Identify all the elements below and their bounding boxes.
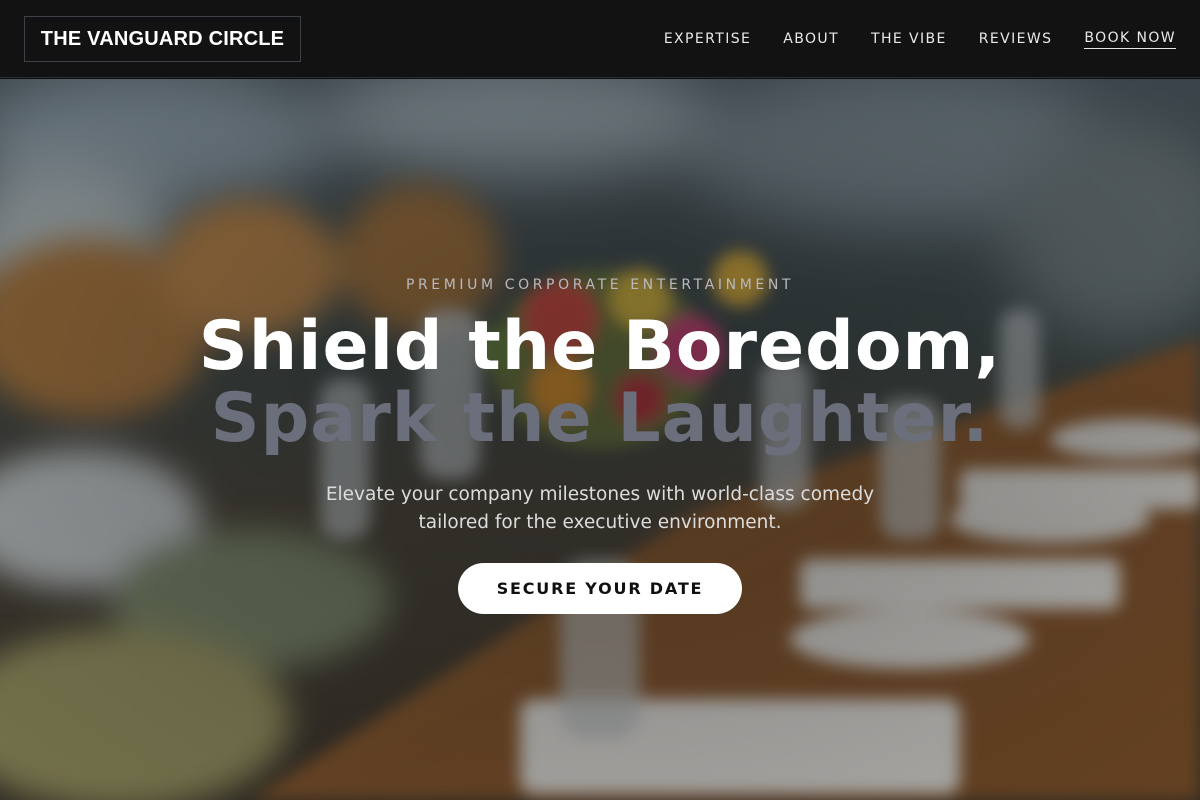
nav-link-expertise[interactable]: EXPERTISE	[664, 31, 751, 47]
site-logo[interactable]: THE VANGUARD CIRCLE	[24, 16, 301, 62]
hero-headline-line2: Spark the Laughter.	[210, 379, 990, 458]
top-nav: THE VANGUARD CIRCLE EXPERTISE ABOUT THE …	[0, 0, 1200, 78]
nav-link-the-vibe[interactable]: THE VIBE	[871, 31, 947, 47]
hero-headline-line1: Shield the Boredom,	[198, 307, 1002, 386]
hero-subtext-line1: Elevate your company milestones with wor…	[325, 484, 875, 505]
landing-page: THE VANGUARD CIRCLE EXPERTISE ABOUT THE …	[0, 0, 1200, 800]
hero-subtext: Elevate your company milestones with wor…	[300, 481, 900, 537]
nav-link-book-now[interactable]: BOOK NOW	[1084, 30, 1176, 49]
hero-content: PREMIUM CORPORATE ENTERTAINMENT Shield t…	[0, 79, 1200, 800]
nav-link-reviews[interactable]: REVIEWS	[979, 31, 1053, 47]
hero-eyebrow: PREMIUM CORPORATE ENTERTAINMENT	[405, 277, 795, 293]
nav-link-about[interactable]: ABOUT	[783, 31, 839, 47]
hero-subtext-line2: tailored for the executive environment.	[418, 512, 782, 533]
secure-date-button[interactable]: SECURE YOUR DATE	[458, 563, 742, 614]
hero-section: PREMIUM CORPORATE ENTERTAINMENT Shield t…	[0, 79, 1200, 800]
nav-links: EXPERTISE ABOUT THE VIBE REVIEWS BOOK NO…	[664, 29, 1176, 49]
